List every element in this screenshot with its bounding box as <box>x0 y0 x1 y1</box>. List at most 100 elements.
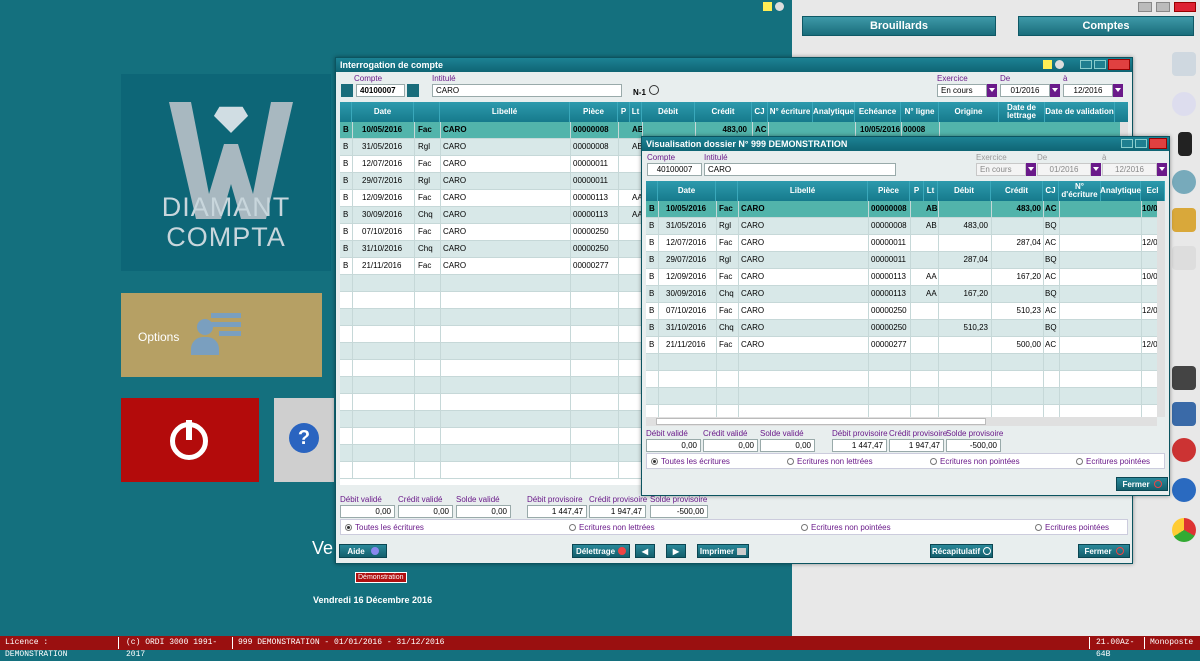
phone-icon[interactable] <box>1172 438 1196 462</box>
col-date-lettrage[interactable]: Date de lettrage <box>999 102 1045 122</box>
col-date[interactable]: Date <box>658 181 716 201</box>
table-row[interactable]: B 29/07/2016 Rgl CARO 00000011 287,04 BQ <box>646 252 1157 269</box>
table-row[interactable]: B 12/09/2016 Fac CARO 00000113 AA 167,20 AC 10/0 <box>646 269 1157 286</box>
col-p[interactable]: P <box>910 181 924 201</box>
col-ecriture[interactable]: N° d'écriture <box>1059 181 1101 201</box>
help-tile[interactable]: ? <box>274 398 334 482</box>
horizontal-scrollbar[interactable] <box>646 417 1157 426</box>
col-libelle[interactable]: Libellé <box>440 102 570 122</box>
radio-non-lettrees[interactable]: Ecritures non lettrées <box>569 523 655 532</box>
de-select[interactable]: 01/2016 <box>1000 84 1050 97</box>
table-row[interactable]: B 07/10/2016 Fac CARO 00000250 510,23 AC 12/0 <box>646 303 1157 320</box>
book-icon[interactable] <box>1172 402 1196 426</box>
close-icon[interactable] <box>1108 59 1130 70</box>
radio-non-pointees[interactable]: Ecritures non pointées <box>801 523 891 532</box>
aide-button[interactable]: Aide <box>339 544 387 558</box>
fermer-button[interactable]: Fermer <box>1078 544 1130 558</box>
globe-icon[interactable] <box>1055 60 1064 69</box>
close-icon[interactable] <box>1149 138 1167 149</box>
exercice-select[interactable]: En cours <box>937 84 987 97</box>
de-dropdown-icon[interactable] <box>1050 84 1060 97</box>
col-analytique[interactable]: Analytique <box>1100 181 1141 201</box>
history-icon[interactable] <box>649 85 659 95</box>
col-debit[interactable]: Débit <box>938 181 991 201</box>
radio-pointees[interactable]: Ecritures pointées <box>1035 523 1109 532</box>
exercice-dropdown-icon[interactable] <box>987 84 997 97</box>
table-row[interactable]: B 21/11/2016 Fac CARO 00000277 500,00 AC 12/0 <box>646 337 1157 354</box>
comptes-button[interactable]: Comptes <box>1018 16 1194 36</box>
globe-icon[interactable] <box>775 2 784 11</box>
col-cj[interactable]: CJ <box>752 102 768 122</box>
col-lt[interactable]: Lt <box>924 181 938 201</box>
col-piece[interactable]: Pièce <box>868 181 910 201</box>
table-row[interactable]: B 31/05/2016 Rgl CARO 00000008 AB 483,00 BQ <box>646 218 1157 235</box>
col-debit[interactable]: Débit <box>642 102 695 122</box>
note-icon[interactable] <box>763 2 772 11</box>
a-dropdown-icon[interactable] <box>1113 84 1123 97</box>
col-origine[interactable]: Origine <box>939 102 999 122</box>
col-echeance[interactable]: Echéance <box>855 102 901 122</box>
col-libelle[interactable]: Libellé <box>738 181 868 201</box>
menu-icon[interactable] <box>1172 478 1196 502</box>
imprimer-button[interactable]: Imprimer <box>697 544 749 558</box>
minimize-icon[interactable] <box>1138 2 1152 12</box>
ledger-grid[interactable]: B 10/05/2016 Fac CARO 00000008 AB 483,00 AC 10/0… <box>646 201 1157 417</box>
bank-icon[interactable] <box>1172 208 1196 232</box>
maximize-icon[interactable] <box>1156 2 1170 12</box>
col-cj[interactable]: CJ <box>1043 181 1059 201</box>
vertical-scrollbar[interactable] <box>1157 201 1165 417</box>
table-row[interactable]: B 10/05/2016 Fac CARO 00000008 AB 483,00 AC 10/0 <box>646 201 1157 218</box>
close-icon[interactable] <box>1174 2 1196 12</box>
compte-field[interactable]: 40100007 <box>356 84 405 97</box>
chrome-icon[interactable] <box>1172 518 1196 542</box>
next-button[interactable]: ▶ <box>666 544 686 558</box>
maximize-icon[interactable] <box>1135 139 1147 148</box>
radio-pointees[interactable]: Ecritures pointées <box>1076 457 1150 466</box>
search-icon[interactable] <box>1172 170 1196 194</box>
col-ligne[interactable]: N° ligne <box>901 102 939 122</box>
a-select[interactable]: 12/2016 <box>1063 84 1113 97</box>
col-ecriture[interactable]: N° écriture <box>768 102 813 122</box>
table-row[interactable] <box>646 405 1157 417</box>
radio-all[interactable]: Toutes les écritures <box>345 523 424 532</box>
minimize-icon[interactable] <box>1080 60 1092 69</box>
options-tile[interactable]: Options <box>121 293 322 377</box>
table-row[interactable]: B 30/09/2016 Chq CARO 00000113 AA 167,20 BQ <box>646 286 1157 303</box>
intitule-field[interactable]: CARO <box>432 84 622 97</box>
col-piece[interactable]: Pièce <box>570 102 618 122</box>
radio-non-lettrees[interactable]: Ecritures non lettrées <box>787 457 873 466</box>
minimize-icon[interactable] <box>1121 139 1133 148</box>
prev-button[interactable]: ◀ <box>635 544 655 558</box>
table-row[interactable]: B 12/07/2016 Fac CARO 00000011 287,04 AC 12/0 <box>646 235 1157 252</box>
col-credit[interactable]: Crédit <box>991 181 1043 201</box>
delettrage-button[interactable]: Délettrage <box>572 544 630 558</box>
table-cell: 21/11/2016 <box>666 340 706 349</box>
radio-non-pointees[interactable]: Ecritures non pointées <box>930 457 1020 466</box>
quit-tile[interactable] <box>121 398 259 482</box>
next-account-icon[interactable] <box>407 84 419 97</box>
eye-icon[interactable] <box>1172 92 1196 116</box>
col-lt[interactable]: Lt <box>630 102 642 122</box>
brouillards-button[interactable]: Brouillards <box>802 16 996 36</box>
col-date[interactable]: Date <box>352 102 414 122</box>
table-row[interactable] <box>646 388 1157 405</box>
col-date-validation[interactable]: Date de validation <box>1045 102 1115 122</box>
radio-all[interactable]: Toutes les écritures <box>651 457 730 466</box>
table-row[interactable] <box>646 354 1157 371</box>
col-analytique[interactable]: Analytique <box>813 102 855 122</box>
scroll-thumb[interactable] <box>656 418 986 425</box>
col-ecl[interactable]: Ecl <box>1141 181 1165 201</box>
prev-account-icon[interactable] <box>341 84 353 97</box>
tools-icon[interactable] <box>1172 366 1196 390</box>
table-row[interactable] <box>646 371 1157 388</box>
fermer-button[interactable]: Fermer <box>1116 477 1168 491</box>
note-icon[interactable] <box>1043 60 1052 69</box>
maximize-icon[interactable] <box>1094 60 1106 69</box>
l-icon[interactable] <box>1178 132 1192 156</box>
col-credit[interactable]: Crédit <box>695 102 752 122</box>
col-p[interactable]: P <box>618 102 630 122</box>
table-row[interactable]: B 31/10/2016 Chq CARO 00000250 510,23 BQ <box>646 320 1157 337</box>
calendar-icon[interactable] <box>1172 52 1196 76</box>
document-icon[interactable] <box>1172 246 1196 270</box>
recapitulatif-button[interactable]: Récapitulatif <box>930 544 993 558</box>
